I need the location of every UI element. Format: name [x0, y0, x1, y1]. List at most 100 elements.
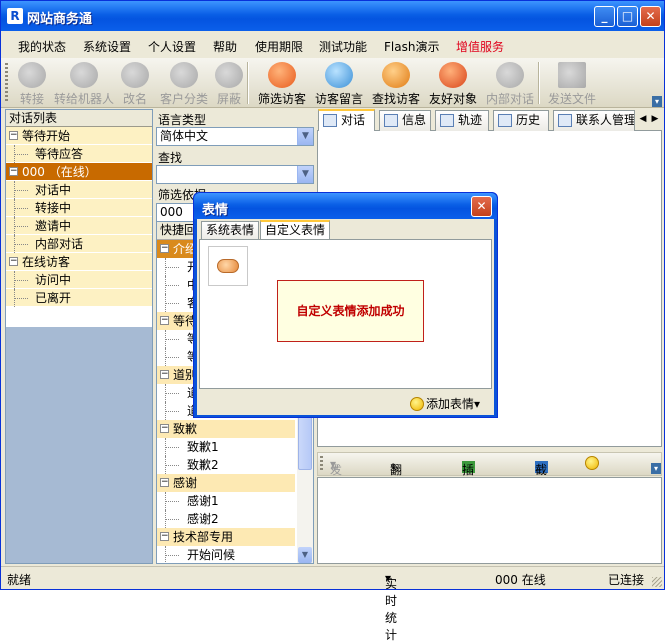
collapse-icon[interactable]: −	[160, 478, 169, 487]
kb-item[interactable]: 致歉1	[157, 438, 295, 456]
collapse-icon[interactable]: −	[9, 131, 18, 140]
menu-bar: 我的状态 系统设置 个人设置 帮助 使用期限 测试功能 Flash演示 增值服务	[1, 33, 664, 57]
tab-history[interactable]: 历史	[493, 110, 549, 131]
smiley-icon	[585, 456, 599, 470]
kb-item[interactable]: 感谢1	[157, 492, 295, 510]
find-label: 查找	[158, 151, 183, 165]
menu-personal-settings[interactable]: 个人设置	[148, 38, 196, 55]
maximize-button[interactable]: □	[617, 6, 638, 27]
find-visitors-button[interactable]: 查找访客	[365, 60, 427, 106]
tab-scroll-right-icon[interactable]: ▶	[649, 112, 661, 126]
tab-custom-emoticons[interactable]: 自定义表情	[260, 220, 331, 240]
tree-item-in-conversation[interactable]: 对话中	[6, 181, 152, 199]
tree-item-internal-chat[interactable]: 内部对话	[6, 235, 152, 253]
menu-test-features[interactable]: 测试功能	[319, 38, 367, 55]
visitor-messages-button[interactable]: 访客留言	[308, 60, 370, 106]
history-icon	[498, 114, 512, 127]
file-icon	[558, 62, 586, 88]
status-ready: 就绪	[7, 573, 32, 587]
category-icon	[170, 62, 198, 88]
tree-item-transferring[interactable]: 转接中	[6, 199, 152, 217]
find-input[interactable]: ▼	[156, 165, 314, 184]
collapse-icon[interactable]: −	[9, 167, 18, 176]
menu-value-added[interactable]: 增值服务	[456, 38, 504, 55]
group-user-online[interactable]: −000 （在线）	[6, 163, 152, 181]
friendly-objects-button[interactable]: 友好对象	[422, 60, 484, 106]
menu-help[interactable]: 帮助	[213, 38, 237, 55]
chevron-down-icon[interactable]: ▼	[297, 128, 313, 145]
track-icon	[440, 114, 454, 127]
send-toolbar-overflow-icon[interactable]: ▾	[651, 463, 661, 474]
status-bar: 就绪 实时统计 ▾ 000 在线 已连接	[1, 566, 664, 642]
language-select[interactable]: 简体中文 ▼	[156, 127, 314, 146]
collapse-icon[interactable]: −	[9, 257, 18, 266]
tree-item-departed[interactable]: 已离开	[6, 289, 152, 307]
status-connection: 已连接	[608, 573, 645, 587]
menu-system-settings[interactable]: 系统设置	[83, 38, 131, 55]
collapse-icon[interactable]: −	[160, 316, 169, 325]
kb-item[interactable]: 致歉2	[157, 456, 295, 474]
group-online-visitors[interactable]: − 在线访客	[6, 253, 152, 271]
message-input[interactable]	[317, 477, 662, 564]
window-title: 网站商务通	[27, 12, 93, 27]
dialog-body: 系统表情 自定义表情 自定义表情添加成功 添加表情▾	[197, 219, 494, 415]
scroll-down-icon[interactable]: ▼	[298, 547, 312, 563]
chevron-down-icon[interactable]: ▼	[297, 166, 313, 183]
tree-item-visiting[interactable]: 访问中	[6, 271, 152, 289]
toolbar-grip[interactable]	[320, 456, 323, 472]
realtime-stats-button[interactable]: 实时统计 ▾	[385, 571, 397, 642]
collapse-icon[interactable]: −	[160, 532, 169, 541]
internal-chat-button[interactable]: 内部对话	[479, 60, 541, 106]
tab-info[interactable]: 信息	[379, 110, 431, 131]
minimize-button[interactable]: _	[594, 6, 615, 27]
filter-icon	[268, 62, 296, 88]
toolbar-separator	[247, 62, 249, 104]
filter-visitors-button[interactable]: 筛选访客	[251, 60, 313, 106]
group-waiting-start[interactable]: − 等待开始	[6, 127, 152, 145]
add-emoticon-button[interactable]: 添加表情▾	[409, 395, 480, 412]
conversation-list-pane: 对话列表 − 等待开始 等待应答 −000 （在线） 对话中 转接中 邀请中 内部…	[5, 109, 153, 564]
collapse-icon[interactable]: −	[160, 244, 169, 253]
toolbar: 转接 转给机器人 改名 客户分类 屏蔽 筛选访客 访客留言 查找访客 友好对象 …	[1, 58, 664, 108]
status-user: 000 在线	[495, 573, 546, 587]
close-button[interactable]: ✕	[640, 6, 661, 27]
tab-chat[interactable]: 对话	[318, 109, 375, 132]
tab-contacts[interactable]: 联系人管理	[553, 110, 635, 131]
chat-icon	[323, 114, 337, 127]
custom-emoticon-item[interactable]	[208, 246, 248, 286]
transfer-icon	[18, 62, 46, 88]
dialog-title: 表情	[202, 203, 229, 218]
menu-usage-period[interactable]: 使用期限	[255, 38, 303, 55]
emoji-button[interactable]	[585, 456, 601, 470]
info-icon	[384, 114, 398, 127]
tab-track[interactable]: 轨迹	[435, 110, 489, 131]
menu-flash-demo[interactable]: Flash演示	[384, 38, 439, 55]
dialog-title-bar[interactable]: 表情	[194, 193, 497, 219]
kb-item[interactable]: 开始问候	[157, 546, 295, 563]
tree-item-waiting-reply[interactable]: 等待应答	[6, 145, 152, 163]
kb-group-apology[interactable]: − 致歉	[157, 420, 295, 438]
conversation-list-header: 对话列表	[6, 110, 152, 127]
tab-scroll-left-icon[interactable]: ◀	[637, 112, 649, 126]
send-file-button[interactable]: 发送文件	[541, 60, 603, 106]
collapse-icon[interactable]: −	[160, 370, 169, 379]
block-icon	[215, 62, 243, 88]
rename-icon	[121, 62, 149, 88]
title-bar[interactable]: R 网站商务通 _ □ ✕	[1, 1, 664, 31]
friends-icon	[439, 62, 467, 88]
send-toolbar: ↵ 发送 ▾ ✎翻译助手 插入图片 截图 ▾	[317, 452, 662, 528]
collapse-icon[interactable]: −	[160, 424, 169, 433]
tab-system-emoticons[interactable]: 系统表情	[201, 221, 260, 240]
dialog-close-button[interactable]: ✕	[471, 196, 492, 217]
app-logo-icon: R	[7, 8, 23, 24]
message-icon	[325, 62, 353, 88]
robot-icon	[70, 62, 98, 88]
send-button[interactable]: ↵ 发送 ▾	[330, 457, 342, 494]
resize-grip[interactable]	[652, 577, 662, 587]
kb-group-thanks[interactable]: − 感谢	[157, 474, 295, 492]
toolbar-overflow-icon[interactable]: ▾	[652, 96, 662, 107]
kb-group-tech[interactable]: − 技术部专用	[157, 528, 295, 546]
tree-item-inviting[interactable]: 邀请中	[6, 217, 152, 235]
menu-my-status[interactable]: 我的状态	[18, 38, 66, 55]
kb-item[interactable]: 感谢2	[157, 510, 295, 528]
